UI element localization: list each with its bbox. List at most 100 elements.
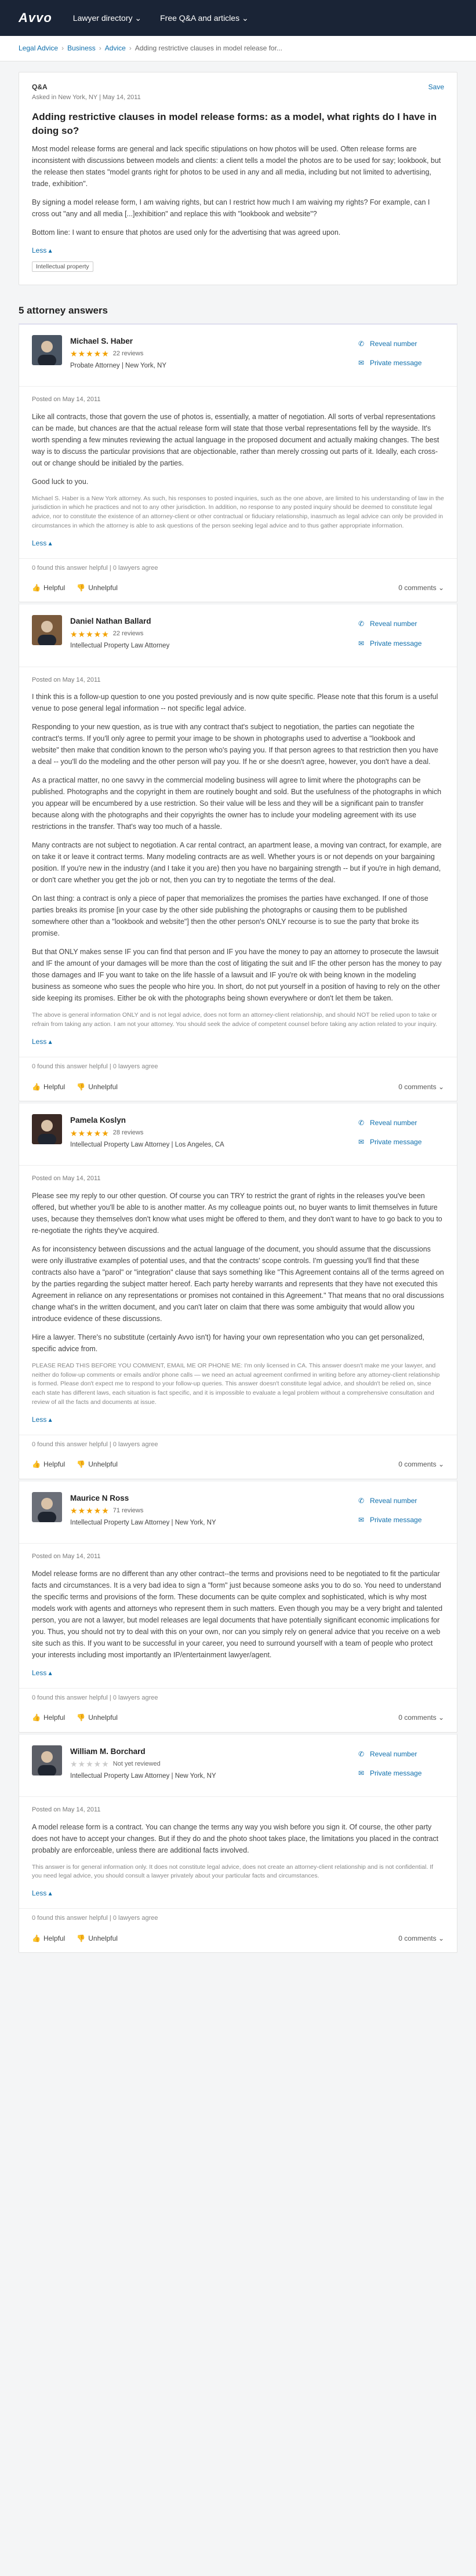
review-count[interactable]: 71 reviews — [113, 1506, 144, 1516]
lawyer-name[interactable]: Maurice N Ross — [70, 1492, 216, 1505]
answer-paragraph: A model release form is a contract. You … — [32, 1822, 439, 1854]
breadcrumb-legal-advice[interactable]: Legal Advice — [19, 43, 58, 54]
answer-disclaimer: PLEASE READ THIS BEFORE YOU COMMENT, EMA… — [32, 1362, 440, 1406]
posted-date: Posted on May 14, 2011 — [32, 395, 101, 403]
comments-toggle[interactable]: 0 comments ⌄ — [398, 1082, 444, 1093]
reveal-number-button[interactable]: ✆ Reveal number — [357, 1118, 444, 1129]
lawyer-practice: Probate Attorney | New York, NY — [70, 362, 166, 369]
breadcrumb-business[interactable]: Business — [67, 43, 96, 54]
avatar[interactable] — [32, 1491, 62, 1522]
question-paragraph: Most model release forms are general and… — [32, 145, 441, 188]
reveal-number-button[interactable]: ✆ Reveal number — [357, 1749, 444, 1760]
answer-paragraph: As a practical matter, no one savvy in t… — [32, 776, 442, 831]
thumbs-up-icon: 👍 — [32, 1082, 41, 1091]
review-count[interactable]: Not yet reviewed — [113, 1759, 161, 1770]
thumbs-down-icon: 👎 — [77, 1460, 86, 1469]
review-count[interactable]: 28 reviews — [113, 1128, 144, 1138]
unhelpful-button[interactable]: 👎 Unhelpful — [77, 1712, 118, 1723]
answer-card: Daniel Nathan Ballard ★★★★★ 22 reviews In… — [19, 602, 457, 1101]
helpful-button[interactable]: 👍 Helpful — [32, 583, 65, 594]
comments-toggle[interactable]: 0 comments ⌄ — [398, 1933, 444, 1944]
phone-icon: ✆ — [358, 620, 365, 628]
thumbs-down-icon: 👎 — [77, 584, 86, 592]
answer-paragraph: As for inconsistency between discussions… — [32, 1245, 444, 1323]
reveal-number-button[interactable]: ✆ Reveal number — [357, 339, 444, 350]
answer-paragraph: Hire a lawyer. There's no substitute (ce… — [32, 1333, 424, 1353]
reveal-number-button[interactable]: ✆ Reveal number — [357, 618, 444, 630]
less-toggle[interactable]: Less ▴ — [32, 1036, 444, 1047]
answer-card: Michael S. Haber ★★★★★ 22 reviews Probate… — [19, 324, 457, 603]
helpful-count: 0 found this answer helpful | 0 lawyers … — [19, 1908, 457, 1929]
answer-paragraph: Good luck to you. — [32, 477, 89, 486]
topic-tag[interactable]: Intellectual property — [32, 261, 93, 272]
helpful-count: 0 found this answer helpful | 0 lawyers … — [19, 558, 457, 578]
unhelpful-button[interactable]: 👎 Unhelpful — [77, 1459, 118, 1470]
answer-disclaimer: This answer is for general information o… — [32, 1863, 434, 1880]
avatar[interactable] — [32, 334, 62, 365]
answer-paragraph: But that ONLY makes sense IF you can fin… — [32, 948, 442, 1003]
comments-toggle[interactable]: 0 comments ⌄ — [398, 1712, 444, 1723]
helpful-button[interactable]: 👍 Helpful — [32, 1082, 65, 1093]
helpful-button[interactable]: 👍 Helpful — [32, 1459, 65, 1470]
question-paragraph: Bottom line: I want to ensure that photo… — [32, 228, 341, 237]
lawyer-practice: Intellectual Property Law Attorney | New… — [70, 1772, 216, 1780]
helpful-count: 0 found this answer helpful | 0 lawyers … — [19, 1057, 457, 1077]
question-paragraph: By signing a model release form, I am wa… — [32, 198, 430, 219]
helpful-button[interactable]: 👍 Helpful — [32, 1933, 65, 1944]
comments-toggle[interactable]: 0 comments ⌄ — [398, 1459, 444, 1470]
private-message-button[interactable]: ✉ Private message — [357, 1515, 444, 1526]
unhelpful-button[interactable]: 👎 Unhelpful — [77, 583, 118, 594]
answer-card: Maurice N Ross ★★★★★ 71 reviews Intellect… — [19, 1479, 457, 1733]
lawyer-name[interactable]: Daniel Nathan Ballard — [70, 615, 169, 628]
lawyer-name[interactable]: Pamela Koslyn — [70, 1114, 224, 1127]
phone-icon: ✆ — [358, 1118, 365, 1127]
avvo-logo[interactable]: Avvo — [19, 8, 52, 28]
lawyer-header: William M. Borchard ★★★★★ Not yet reviewe… — [19, 1735, 457, 1797]
lawyer-name[interactable]: Michael S. Haber — [70, 335, 166, 348]
private-message-button[interactable]: ✉ Private message — [357, 1768, 444, 1779]
lawyer-name[interactable]: William M. Borchard — [70, 1745, 216, 1758]
posted-date: Posted on May 14, 2011 — [32, 1175, 101, 1183]
answer-paragraph: Like all contracts, those that govern th… — [32, 412, 439, 467]
free-qa-menu[interactable]: Free Q&A and articles ⌄ — [160, 12, 249, 24]
avatar[interactable] — [32, 1114, 62, 1144]
private-message-button[interactable]: ✉ Private message — [357, 638, 444, 649]
answer-paragraph: Responding to your new question, as is t… — [32, 723, 438, 766]
less-toggle[interactable]: Less ▴ — [32, 245, 444, 256]
phone-icon: ✆ — [358, 339, 365, 348]
unhelpful-button[interactable]: 👎 Unhelpful — [77, 1082, 118, 1093]
message-icon: ✉ — [358, 358, 365, 367]
less-toggle[interactable]: Less ▴ — [32, 1668, 444, 1679]
unhelpful-button[interactable]: 👎 Unhelpful — [77, 1933, 118, 1944]
less-toggle[interactable]: Less ▴ — [32, 1414, 444, 1425]
thumbs-up-icon: 👍 — [32, 1713, 41, 1722]
rating-stars: ★★★★★ — [70, 1506, 110, 1516]
thumbs-up-icon: 👍 — [32, 1934, 41, 1942]
private-message-button[interactable]: ✉ Private message — [357, 1137, 444, 1148]
less-toggle[interactable]: Less ▴ — [32, 1888, 444, 1899]
private-message-button[interactable]: ✉ Private message — [357, 358, 444, 369]
review-count[interactable]: 22 reviews — [113, 349, 144, 359]
reveal-number-button[interactable]: ✆ Reveal number — [357, 1496, 444, 1507]
avatar[interactable] — [32, 615, 62, 646]
thumbs-up-icon: 👍 — [32, 584, 41, 592]
lawyer-practice: Intellectual Property Law Attorney — [70, 642, 170, 650]
avatar[interactable] — [32, 1745, 62, 1775]
message-icon: ✉ — [358, 1515, 365, 1524]
less-toggle[interactable]: Less ▴ — [32, 538, 444, 549]
helpful-button[interactable]: 👍 Helpful — [32, 1712, 65, 1723]
answers-heading: 5 attorney answers — [19, 300, 457, 325]
person-icon — [38, 621, 56, 646]
thumbs-down-icon: 👎 — [77, 1713, 86, 1722]
save-button[interactable]: Save — [428, 82, 444, 103]
comments-toggle[interactable]: 0 comments ⌄ — [398, 583, 444, 594]
thumbs-down-icon: 👎 — [77, 1934, 86, 1942]
review-count[interactable]: 22 reviews — [113, 629, 144, 639]
lawyer-directory-menu[interactable]: Lawyer directory ⌄ — [73, 12, 141, 24]
helpful-count: 0 found this answer helpful | 0 lawyers … — [19, 1687, 457, 1708]
person-icon — [38, 340, 56, 365]
breadcrumb-advice[interactable]: Advice — [105, 43, 126, 54]
answer-card: Pamela Koslyn ★★★★★ 28 reviews Intellectu… — [19, 1101, 457, 1479]
lawyer-practice: Intellectual Property Law Attorney | Los… — [70, 1141, 224, 1148]
person-icon — [38, 1497, 56, 1522]
